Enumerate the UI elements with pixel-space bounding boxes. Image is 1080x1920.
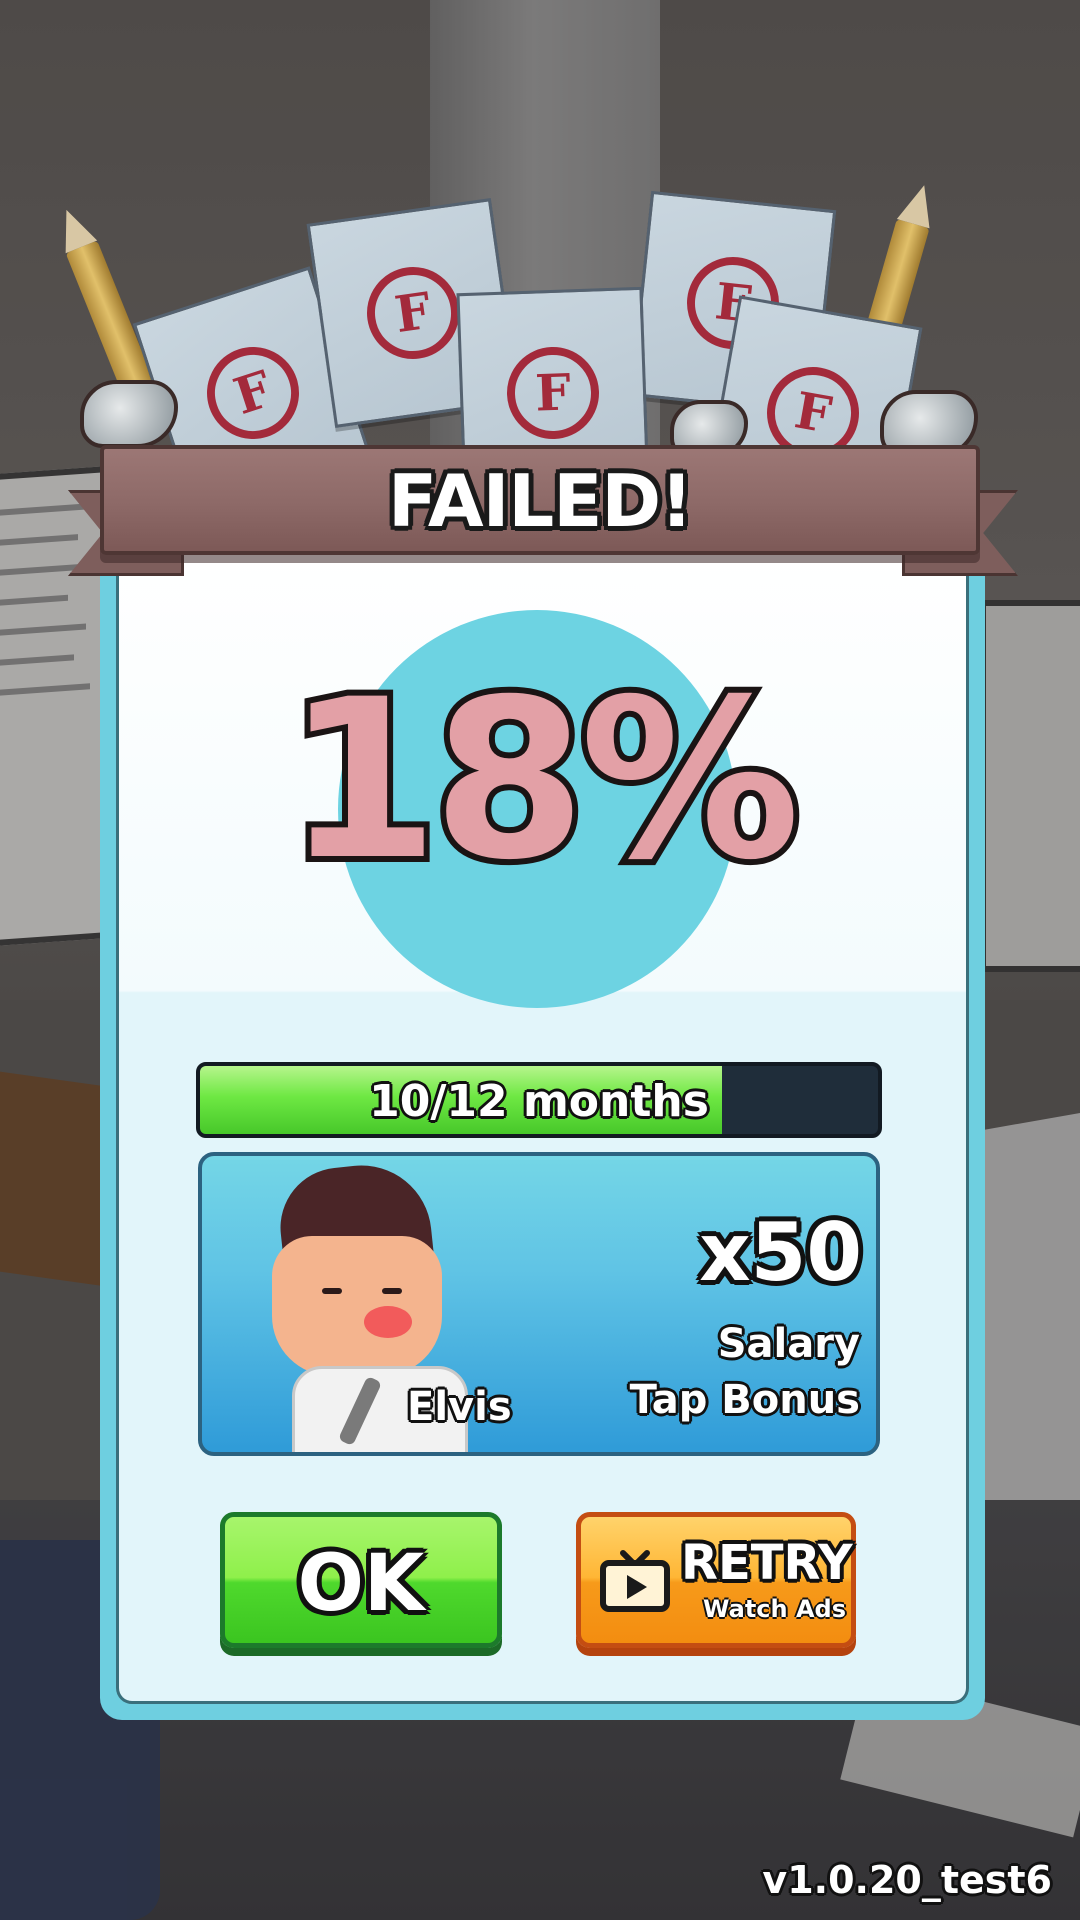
retry-button-sublabel: Watch Ads (703, 1595, 846, 1623)
bonus-line-salary: Salary (717, 1321, 860, 1367)
bonus-description: Salary Tap Bonus (630, 1316, 860, 1428)
grade-f-icon: F (361, 261, 465, 365)
ok-button-label: OK (297, 1539, 425, 1629)
dialog-title: FAILED! (387, 459, 693, 543)
bonus-line-tap: Tap Bonus (629, 1377, 860, 1423)
character-name: Elvis (407, 1384, 512, 1430)
grade-f-icon: F (195, 335, 311, 451)
tv-play-icon (600, 1550, 670, 1612)
reward-multiplier: x50 (699, 1206, 862, 1299)
grade-f-icon: F (505, 345, 601, 441)
version-label: v1.0.20_test6 (762, 1858, 1052, 1902)
score-percentage: 18% (280, 652, 807, 908)
reward-card: Elvis x50 Salary Tap Bonus (198, 1152, 880, 1456)
crumpled-paper-icon (80, 380, 178, 448)
progress-label: 10/12 months (369, 1076, 709, 1127)
retry-button-label: RETRY (681, 1535, 853, 1591)
retry-watch-ads-button[interactable]: RETRY Watch Ads (576, 1512, 856, 1648)
ok-button[interactable]: OK (220, 1512, 502, 1648)
title-banner: FAILED! (100, 445, 980, 555)
months-progress-bar: 10/12 months (196, 1062, 882, 1138)
